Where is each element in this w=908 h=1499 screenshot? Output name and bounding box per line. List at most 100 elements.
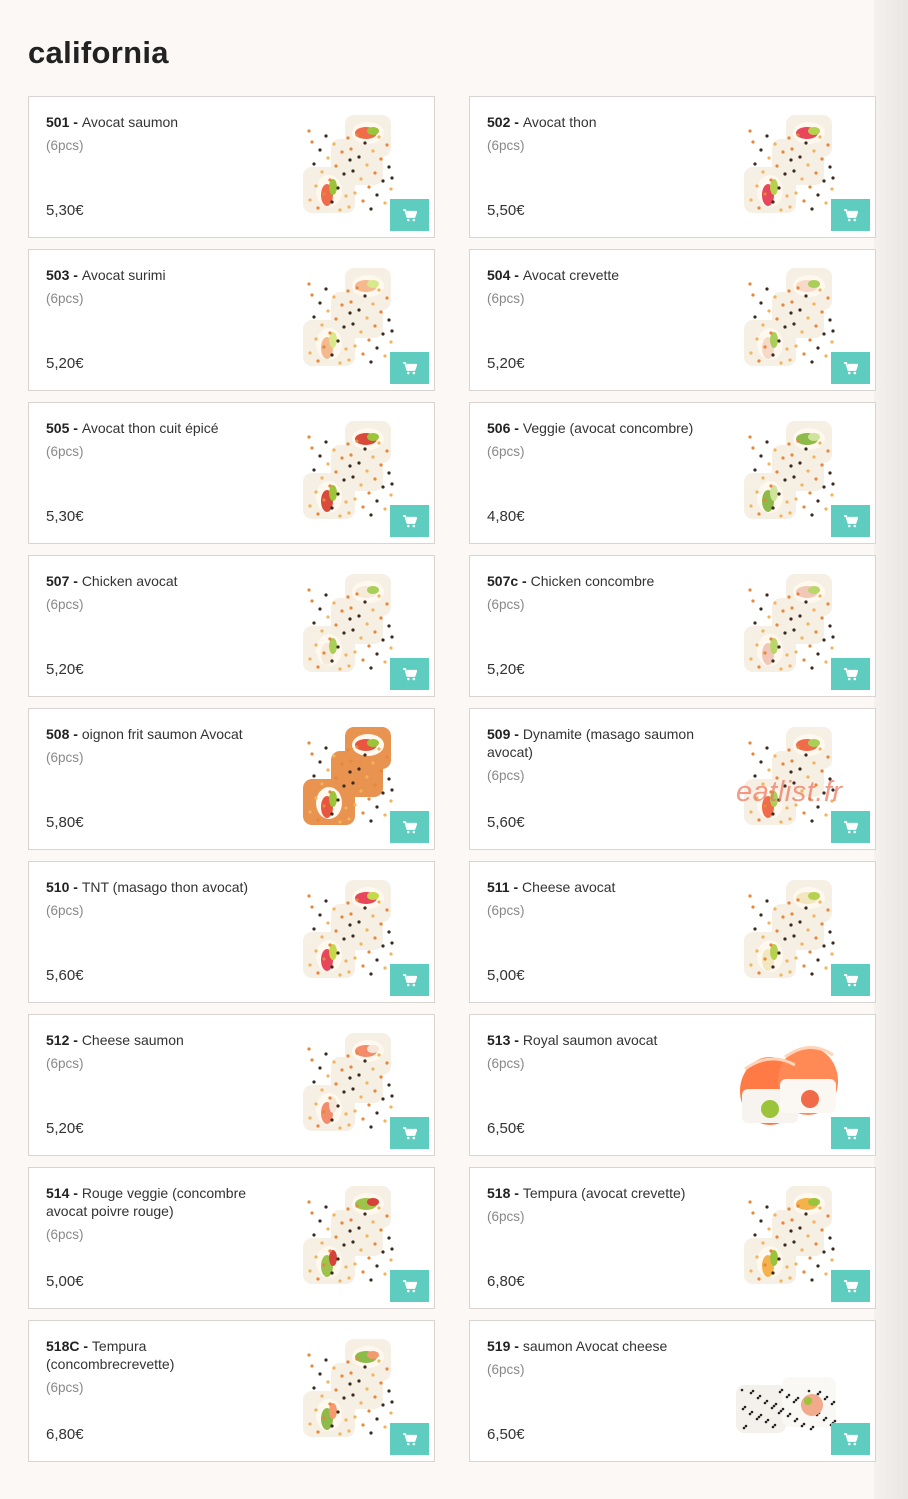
product-quantity: (6pcs) — [46, 1380, 84, 1395]
product-image[interactable] — [730, 417, 842, 523]
add-to-cart-button[interactable] — [390, 199, 429, 231]
product-image[interactable] — [730, 264, 842, 370]
product-card-501[interactable]: 501 - Avocat saumon (6pcs) 5,30€ — [28, 96, 435, 238]
product-name: Chicken avocat — [81, 573, 178, 589]
shopping-cart-icon — [843, 514, 858, 527]
product-price: 5,20€ — [46, 355, 84, 372]
product-image[interactable] — [289, 723, 401, 829]
product-title: 502 - Avocat thon (6pcs) — [487, 113, 717, 155]
product-quantity: (6pcs) — [487, 1056, 525, 1071]
add-to-cart-button[interactable] — [390, 964, 429, 996]
product-title: 508 - oignon frit saumon Avocat (6pcs) — [46, 725, 276, 767]
product-quantity: (6pcs) — [487, 597, 525, 612]
product-name: Avocat crevette — [522, 267, 620, 283]
product-image[interactable] — [289, 1029, 401, 1135]
product-card-508[interactable]: 508 - oignon frit saumon Avocat (6pcs) 5,8… — [28, 708, 435, 850]
product-code-separator: - — [509, 879, 523, 895]
page-edge-shadow — [874, 0, 908, 1499]
add-to-cart-button[interactable] — [831, 505, 870, 537]
product-image[interactable] — [730, 1335, 842, 1441]
product-name: Royal saumon avocat — [522, 1032, 658, 1048]
product-code: 509 — [487, 726, 511, 742]
product-image[interactable] — [289, 264, 401, 370]
product-code: 510 — [46, 879, 70, 895]
product-image[interactable] — [730, 1029, 842, 1135]
product-image[interactable] — [289, 417, 401, 523]
product-code-separator: - — [69, 114, 82, 130]
shopping-cart-icon — [402, 208, 417, 221]
product-card-514[interactable]: 514 - Rouge veggie (concombre avocat poi… — [28, 1167, 435, 1309]
add-to-cart-button[interactable] — [831, 199, 870, 231]
product-card-503[interactable]: 503 - Avocat surimi (6pcs) 5,20€ — [28, 249, 435, 391]
product-code-separator: - — [510, 1185, 523, 1201]
product-card-510[interactable]: 510 - TNT (masago thon avocat) (6pcs) 5,60… — [28, 861, 435, 1003]
product-code-separator: - — [69, 420, 82, 436]
product-code: 506 — [487, 420, 511, 436]
product-name: Tempura (avocat crevette) — [522, 1185, 686, 1201]
add-to-cart-button[interactable] — [831, 811, 870, 843]
add-to-cart-button[interactable] — [390, 658, 429, 690]
product-price: 6,50€ — [487, 1426, 525, 1443]
add-to-cart-button[interactable] — [390, 1423, 429, 1455]
product-card-502[interactable]: 502 - Avocat thon (6pcs) 5,50€ — [469, 96, 876, 238]
product-image[interactable] — [289, 111, 401, 217]
add-to-cart-button[interactable] — [390, 811, 429, 843]
add-to-cart-button[interactable] — [390, 352, 429, 384]
product-title: 509 - Dynamite (masago saumon avocat) (6p… — [487, 725, 717, 785]
add-to-cart-button[interactable] — [831, 964, 870, 996]
add-to-cart-button[interactable] — [390, 1117, 429, 1149]
add-to-cart-button[interactable] — [831, 1117, 870, 1149]
product-image[interactable] — [730, 876, 842, 982]
product-card-518[interactable]: 518 - Tempura (avocat crevette) (6pcs) 6,8… — [469, 1167, 876, 1309]
product-image[interactable] — [289, 1182, 401, 1288]
product-price: 5,00€ — [487, 967, 525, 984]
product-image[interactable] — [289, 570, 401, 676]
product-card-518C[interactable]: 518C - Tempura (concombrecrevette) (6pcs)… — [28, 1320, 435, 1462]
product-card-507c[interactable]: 507c - Chicken concombre (6pcs) 5,20€ — [469, 555, 876, 697]
product-code: 504 — [487, 267, 511, 283]
product-title: 506 - Veggie (avocat concombre) (6pcs) — [487, 419, 717, 461]
product-card-512[interactable]: 512 - Cheese saumon (6pcs) 5,20€ — [28, 1014, 435, 1156]
product-price: 5,50€ — [487, 202, 525, 219]
product-card-519[interactable]: 519 - saumon Avocat cheese (6pcs) 6,50€ — [469, 1320, 876, 1462]
product-code-separator: - — [510, 267, 523, 283]
product-image[interactable] — [289, 1335, 401, 1441]
product-image[interactable] — [730, 1182, 842, 1288]
product-quantity: (6pcs) — [487, 291, 525, 306]
product-card-506[interactable]: 506 - Veggie (avocat concombre) (6pcs) 4,8… — [469, 402, 876, 544]
product-name: TNT (masago thon avocat) — [81, 879, 249, 895]
product-name: saumon Avocat cheese — [522, 1338, 668, 1354]
product-image[interactable] — [730, 111, 842, 217]
product-quantity: (6pcs) — [46, 1056, 84, 1071]
product-image[interactable] — [289, 876, 401, 982]
add-to-cart-button[interactable] — [390, 505, 429, 537]
product-card-509[interactable]: 509 - Dynamite (masago saumon avocat) (6p… — [469, 708, 876, 850]
product-title: 507 - Chicken avocat (6pcs) — [46, 572, 276, 614]
add-to-cart-button[interactable] — [831, 1270, 870, 1302]
product-price: 6,80€ — [46, 1426, 84, 1443]
product-name: Avocat saumon — [81, 114, 179, 130]
add-to-cart-button[interactable] — [390, 1270, 429, 1302]
product-card-504[interactable]: 504 - Avocat crevette (6pcs) 5,20€ — [469, 249, 876, 391]
add-to-cart-button[interactable] — [831, 352, 870, 384]
product-code: 514 — [46, 1185, 70, 1201]
product-price: 5,20€ — [46, 1120, 84, 1137]
product-code: 503 — [46, 267, 70, 283]
product-quantity: (6pcs) — [46, 903, 84, 918]
product-card-513[interactable]: 513 - Royal saumon avocat (6pcs) 6,50€ — [469, 1014, 876, 1156]
add-to-cart-button[interactable] — [831, 658, 870, 690]
product-title: 514 - Rouge veggie (concombre avocat poi… — [46, 1184, 276, 1244]
product-title: 501 - Avocat saumon (6pcs) — [46, 113, 276, 155]
product-name: Cheese avocat — [522, 879, 616, 895]
product-image[interactable] — [730, 570, 842, 676]
product-card-505[interactable]: 505 - Avocat thon cuit épicé (6pcs) 5,30€ — [28, 402, 435, 544]
shopping-cart-icon — [843, 361, 858, 374]
product-code-separator: - — [69, 879, 82, 895]
product-code-separator: - — [79, 1338, 92, 1354]
product-code: 501 — [46, 114, 70, 130]
product-card-507[interactable]: 507 - Chicken avocat (6pcs) 5,20€ — [28, 555, 435, 697]
product-code: 512 — [46, 1032, 70, 1048]
shopping-cart-icon — [843, 820, 858, 833]
add-to-cart-button[interactable] — [831, 1423, 870, 1455]
product-card-511[interactable]: 511 - Cheese avocat (6pcs) 5,00€ — [469, 861, 876, 1003]
